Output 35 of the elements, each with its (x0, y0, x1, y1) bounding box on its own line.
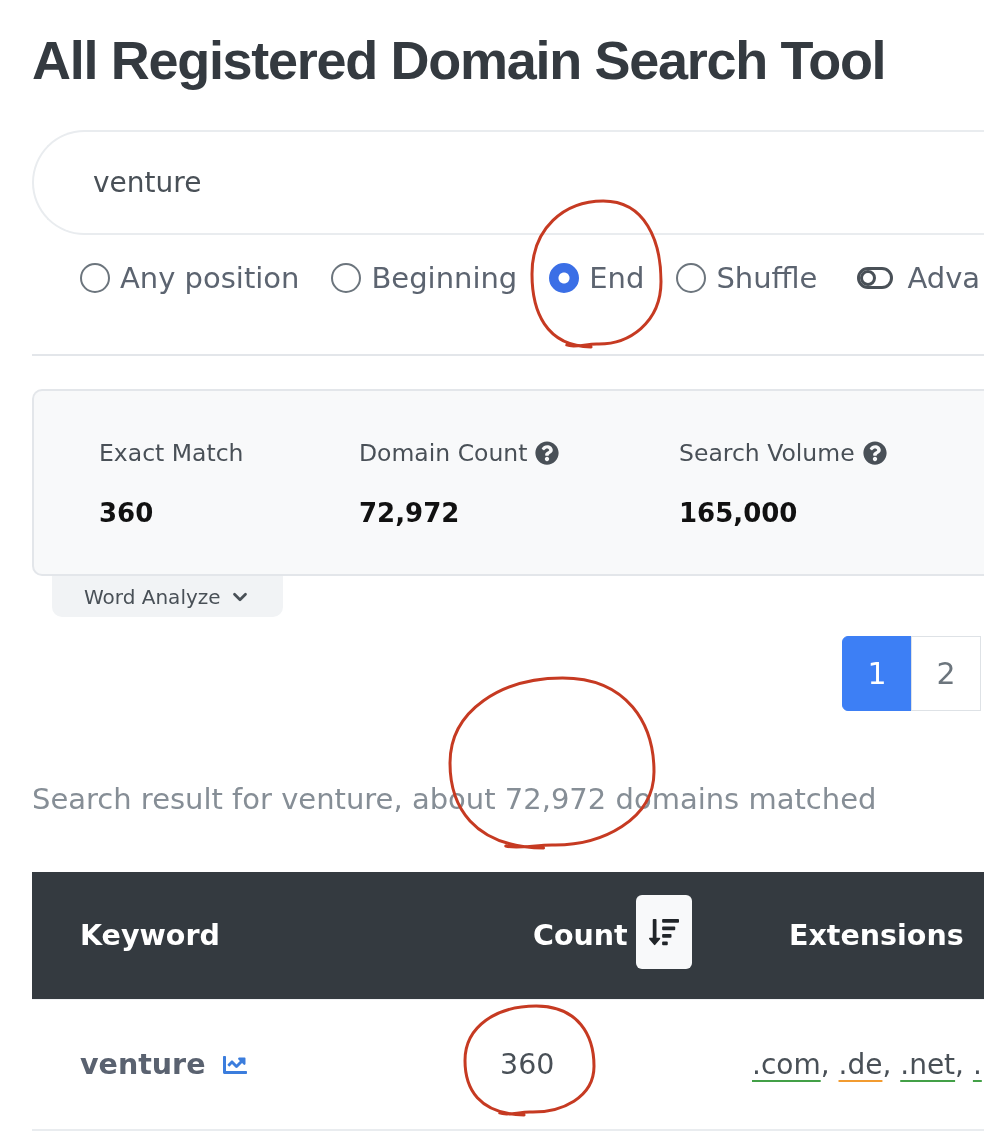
stat-label: Exact Match (99, 438, 244, 468)
sort-icon (648, 916, 679, 947)
count-value: 360 (500, 1046, 555, 1083)
search-field[interactable]: venture (32, 130, 984, 235)
radio-button[interactable] (80, 263, 110, 293)
extensions-list: .com, .de, .net, . (752, 1044, 982, 1085)
sort-button[interactable] (635, 894, 692, 969)
help-icon[interactable] (535, 441, 560, 465)
radio-label[interactable]: Beginning (371, 262, 518, 294)
extension-link[interactable]: .net (900, 1047, 956, 1081)
radio-button[interactable] (676, 263, 707, 293)
radio-label[interactable]: End (589, 262, 645, 294)
stat-label: Search Volume (679, 438, 855, 468)
toggle-icon[interactable] (857, 267, 894, 289)
radio-label[interactable]: Shuffle (716, 262, 818, 294)
stat-value: 165,000 (679, 498, 798, 528)
page-button[interactable]: 1 (842, 636, 912, 711)
radio-button[interactable] (549, 263, 580, 293)
stat-value: 360 (99, 498, 154, 528)
extension-link[interactable]: .com (752, 1047, 821, 1081)
column-header: Count (533, 919, 628, 952)
keyword-text: venture (80, 1048, 206, 1081)
help-icon[interactable] (862, 441, 887, 465)
word-analyze-button[interactable]: Word Analyze (52, 576, 283, 617)
page-button[interactable]: 2 (911, 636, 981, 711)
toggle-label[interactable]: Adva (907, 262, 981, 294)
radio-label[interactable]: Any position (120, 262, 300, 294)
page-title: All Registered Domain Search Tool (32, 29, 886, 92)
stat-value: 72,972 (359, 498, 460, 528)
column-header: Extensions (789, 919, 964, 952)
stat-label: Domain Count (359, 438, 528, 468)
extension-link[interactable]: . (972, 1047, 982, 1081)
extension-link[interactable]: .de (838, 1047, 883, 1081)
radio-button[interactable] (331, 263, 362, 293)
column-header: Keyword (80, 919, 220, 952)
